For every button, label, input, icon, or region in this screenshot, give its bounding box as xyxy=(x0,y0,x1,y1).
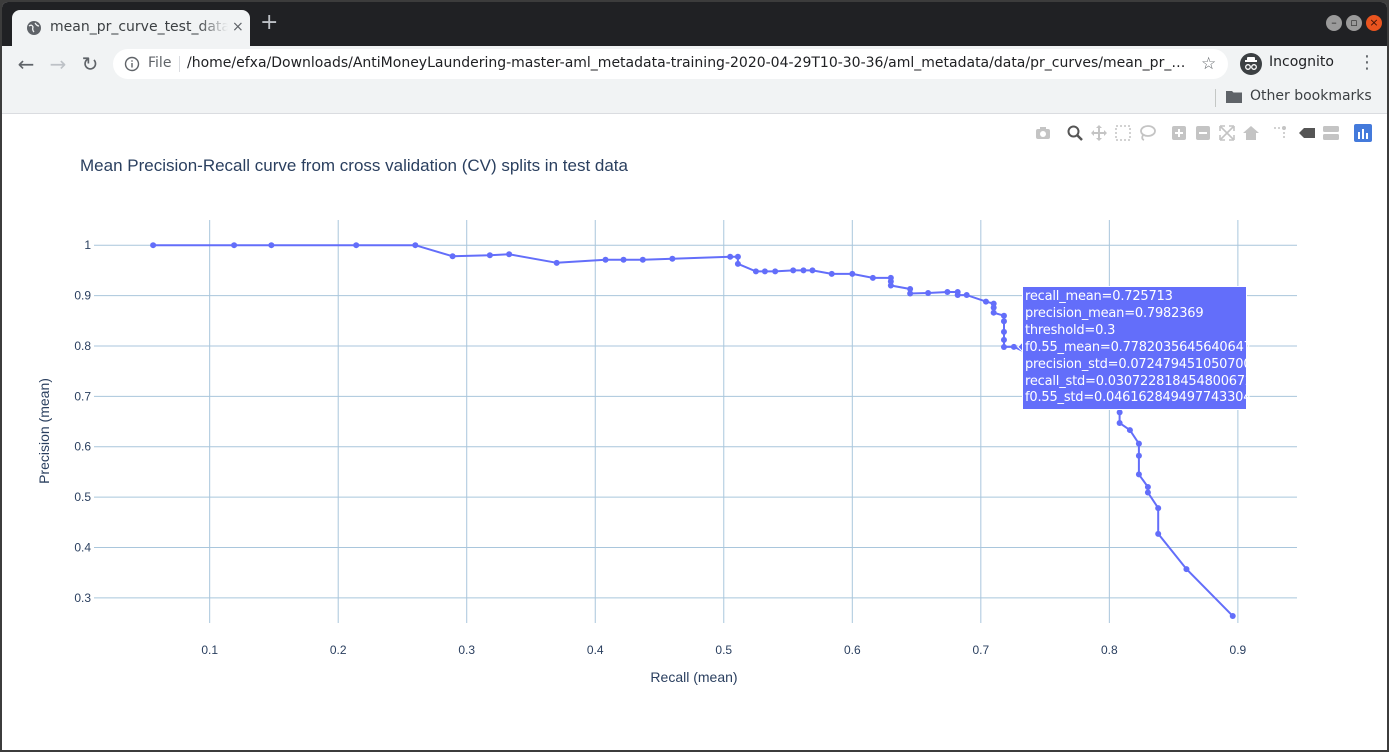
data-point[interactable] xyxy=(449,253,456,260)
box-select-icon[interactable] xyxy=(1114,124,1132,142)
x-tick-label: 0.8 xyxy=(1101,643,1118,657)
data-point[interactable] xyxy=(800,267,807,274)
data-point[interactable] xyxy=(1126,427,1133,434)
hover-line-threshold: threshold=0.3 xyxy=(1025,322,1116,338)
data-point[interactable] xyxy=(1116,420,1123,427)
pan-icon[interactable] xyxy=(1090,124,1108,142)
x-gridlines xyxy=(209,220,1239,623)
x-tick-label: 0.4 xyxy=(587,643,604,657)
data-point[interactable] xyxy=(761,268,768,275)
data-point[interactable] xyxy=(1000,336,1007,343)
x-tick-label: 0.2 xyxy=(330,643,347,657)
data-point[interactable] xyxy=(944,289,951,296)
zoom-icon[interactable] xyxy=(1066,124,1084,142)
data-point[interactable] xyxy=(752,268,759,275)
hover-compare-icon[interactable] xyxy=(1322,124,1340,142)
plotly-logo-icon[interactable] xyxy=(1354,124,1372,142)
lasso-icon[interactable] xyxy=(1138,124,1156,142)
data-point[interactable] xyxy=(1135,471,1142,478)
hover-line-precision-std: precision_std=0.07247945105070029 xyxy=(1025,356,1268,372)
data-point[interactable] xyxy=(1144,489,1151,496)
x-tick-label: 0.6 xyxy=(844,643,861,657)
data-point[interactable] xyxy=(828,270,835,277)
data-point[interactable] xyxy=(772,268,779,275)
data-point[interactable] xyxy=(639,256,646,263)
data-point[interactable] xyxy=(1135,452,1142,459)
data-point[interactable] xyxy=(1000,328,1007,335)
chart-title: Mean Precision-Recall curve from cross v… xyxy=(80,156,629,175)
hover-closest-icon[interactable] xyxy=(1298,124,1316,142)
x-axis-label: Recall (mean) xyxy=(650,669,737,685)
data-point[interactable] xyxy=(1155,530,1162,537)
data-point[interactable] xyxy=(620,256,627,263)
data-point[interactable] xyxy=(727,253,734,260)
data-point[interactable] xyxy=(1000,318,1007,325)
data-point[interactable] xyxy=(669,255,676,262)
spike-lines-icon[interactable] xyxy=(1272,124,1290,142)
zoom-in-icon[interactable] xyxy=(1170,124,1188,142)
data-point[interactable] xyxy=(268,242,275,249)
plotly-modebar xyxy=(0,124,1385,144)
data-point[interactable] xyxy=(1155,505,1162,512)
y-tick-label: 0.7 xyxy=(74,389,91,403)
data-point[interactable] xyxy=(353,242,360,249)
autoscale-icon[interactable] xyxy=(1218,124,1236,142)
data-point[interactable] xyxy=(887,282,894,289)
reset-axes-icon[interactable] xyxy=(1242,124,1260,142)
x-tick-label: 0.9 xyxy=(1230,643,1247,657)
data-point[interactable] xyxy=(954,292,961,299)
y-tick-label: 0.9 xyxy=(74,289,91,303)
data-point[interactable] xyxy=(849,270,856,277)
data-point[interactable] xyxy=(553,259,560,266)
data-point[interactable] xyxy=(925,290,932,297)
y-tick-label: 0.8 xyxy=(74,339,91,353)
data-point[interactable] xyxy=(1000,312,1007,319)
data-point[interactable] xyxy=(1010,343,1017,350)
data-point[interactable] xyxy=(1000,343,1007,350)
y-tick-label: 1 xyxy=(84,238,91,252)
x-tick-label: 0.1 xyxy=(201,643,218,657)
y-tick-label: 0.4 xyxy=(74,540,91,554)
data-point[interactable] xyxy=(734,260,741,267)
data-point[interactable] xyxy=(734,253,741,260)
data-point[interactable] xyxy=(907,290,914,297)
data-point[interactable] xyxy=(1135,440,1142,447)
y-tick-label: 0.3 xyxy=(74,591,91,605)
x-tick-label: 0.3 xyxy=(458,643,475,657)
y-tick-label: 0.6 xyxy=(74,440,91,454)
data-point[interactable] xyxy=(963,292,970,299)
data-point[interactable] xyxy=(412,242,419,249)
data-point[interactable] xyxy=(990,309,997,316)
data-point[interactable] xyxy=(231,242,238,249)
data-point[interactable] xyxy=(1144,483,1151,490)
hover-line-f055-mean: f0.55_mean=0.7782035645640647 xyxy=(1025,339,1252,355)
x-tick-labels: 0.1 0.2 0.3 0.4 0.5 0.6 0.7 0.8 0.9 xyxy=(201,643,1246,657)
hover-tooltip: recall_mean=0.725713 precision_mean=0.79… xyxy=(1022,286,1268,411)
data-point[interactable] xyxy=(150,242,157,249)
data-point[interactable] xyxy=(602,256,609,263)
data-point[interactable] xyxy=(1229,612,1236,619)
hover-line-f055-std: f0.55_std=0.046162849497743304 xyxy=(1025,390,1252,406)
hover-line-recall-mean: recall_mean=0.725713 xyxy=(1025,289,1173,304)
data-point[interactable] xyxy=(869,274,876,281)
data-point[interactable] xyxy=(790,267,797,274)
data-point[interactable] xyxy=(809,267,816,274)
data-point[interactable] xyxy=(1183,566,1190,573)
data-point[interactable] xyxy=(506,251,513,258)
zoom-out-icon[interactable] xyxy=(1194,124,1212,142)
y-axis-label: Precision (mean) xyxy=(36,378,52,484)
y-tick-label: 0.5 xyxy=(74,490,91,504)
data-point[interactable] xyxy=(982,298,989,305)
y-tick-labels: 0.3 0.4 0.5 0.6 0.7 0.8 0.9 1 xyxy=(74,238,91,605)
hover-line-precision-mean: precision_mean=0.7982369 xyxy=(1025,305,1204,321)
x-tick-label: 0.5 xyxy=(715,643,732,657)
hover-line-recall-std: recall_std=0.030722818454800672 xyxy=(1025,373,1253,389)
data-point[interactable] xyxy=(486,252,493,259)
camera-icon[interactable] xyxy=(1034,124,1052,142)
x-tick-label: 0.7 xyxy=(972,643,989,657)
